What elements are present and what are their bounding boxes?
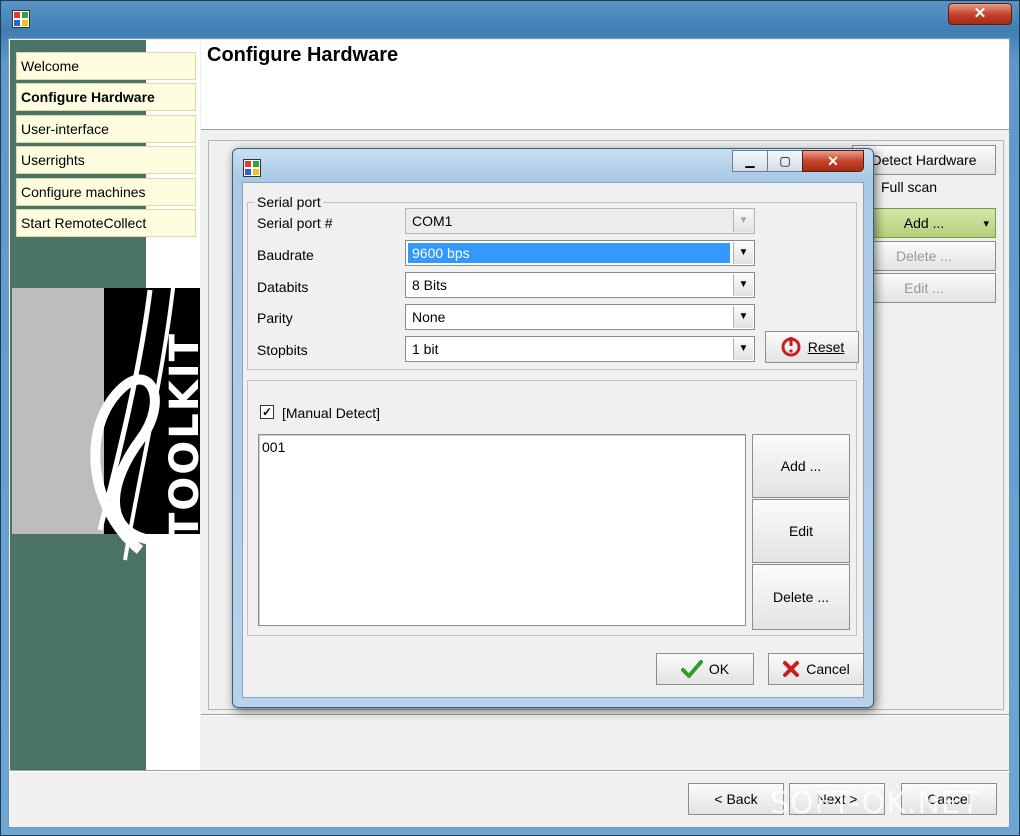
checkmark-icon xyxy=(680,660,703,678)
watermark: SOFT-OK.NET xyxy=(770,786,981,821)
reset-button[interactable]: Reset xyxy=(765,331,859,363)
databits-select[interactable]: 8 Bits ▼ xyxy=(405,272,755,298)
baudrate-label: Baudrate xyxy=(257,247,314,263)
dialog-close-button[interactable]: ✕ xyxy=(802,150,864,172)
serial-port-legend: Serial port xyxy=(255,194,323,210)
add-hardware-label: Add ... xyxy=(903,215,945,231)
full-scan-label[interactable]: Full scan xyxy=(881,179,937,195)
databits-value: 8 Bits xyxy=(412,277,448,293)
dialog-app-icon xyxy=(243,159,261,177)
nav-item-user-interface[interactable]: User-interface xyxy=(16,115,196,143)
chevron-down-icon: ▼ xyxy=(733,210,753,232)
chevron-down-icon: ▼ xyxy=(733,306,753,328)
serial-port-select[interactable]: COM1 ▼ xyxy=(405,208,755,234)
parity-label: Parity xyxy=(257,310,293,326)
add-address-button[interactable]: Add ... xyxy=(752,434,850,498)
cross-icon xyxy=(783,661,800,677)
maximize-button[interactable]: ▢ xyxy=(767,150,803,172)
parity-value: None xyxy=(412,309,446,325)
serial-port-value: COM1 xyxy=(412,213,453,229)
page-title: Configure Hardware xyxy=(207,44,399,66)
reset-label: Reset xyxy=(807,339,845,355)
chevron-down-icon: ▼ xyxy=(733,338,753,360)
nav-item-configure-hardware[interactable]: Configure Hardware xyxy=(16,83,196,111)
list-item[interactable]: 001 xyxy=(262,439,285,455)
ok-label: OK xyxy=(708,661,730,677)
dialog-cancel-button[interactable]: Cancel xyxy=(768,653,864,685)
baudrate-select[interactable]: 9600 bps ▼ xyxy=(405,240,755,266)
chevron-down-icon: ▾ xyxy=(983,217,989,230)
serial-port-label: Serial port # xyxy=(257,215,333,231)
databits-label: Databits xyxy=(257,279,309,295)
reset-icon xyxy=(781,337,801,357)
nav-item-userrights[interactable]: Userrights xyxy=(16,146,196,174)
separator xyxy=(201,714,1009,716)
title-bar[interactable] xyxy=(0,0,1020,36)
manual-detect-label[interactable]: [Manual Detect] xyxy=(282,405,380,421)
separator xyxy=(10,770,1010,772)
minimize-button[interactable]: ▁ xyxy=(732,150,768,172)
delete-address-button[interactable]: Delete ... xyxy=(752,564,850,630)
window-close-button[interactable]: ✕ xyxy=(948,3,1012,25)
app-icon xyxy=(12,10,30,28)
brand-swirl-logo xyxy=(90,269,177,561)
nav-item-configure-machines[interactable]: Configure machines xyxy=(16,178,196,206)
stopbits-select[interactable]: 1 bit ▼ xyxy=(405,336,755,362)
stopbits-label: Stopbits xyxy=(257,342,308,358)
baudrate-value: 9600 bps xyxy=(408,243,730,263)
manual-detect-checkbox[interactable]: ✓ xyxy=(260,405,274,419)
chevron-down-icon: ▼ xyxy=(733,274,753,296)
nav-item-start-remotecollect[interactable]: Start RemoteCollect xyxy=(16,209,196,237)
device-address-list[interactable]: 001 xyxy=(258,434,746,626)
ok-button[interactable]: OK xyxy=(656,653,754,685)
stopbits-value: 1 bit xyxy=(412,341,439,357)
dialog-cancel-label: Cancel xyxy=(806,661,850,677)
edit-address-button[interactable]: Edit xyxy=(752,499,850,563)
parity-select[interactable]: None ▼ xyxy=(405,304,755,330)
nav-item-welcome[interactable]: Welcome xyxy=(16,52,196,80)
chevron-down-icon: ▼ xyxy=(733,242,753,264)
